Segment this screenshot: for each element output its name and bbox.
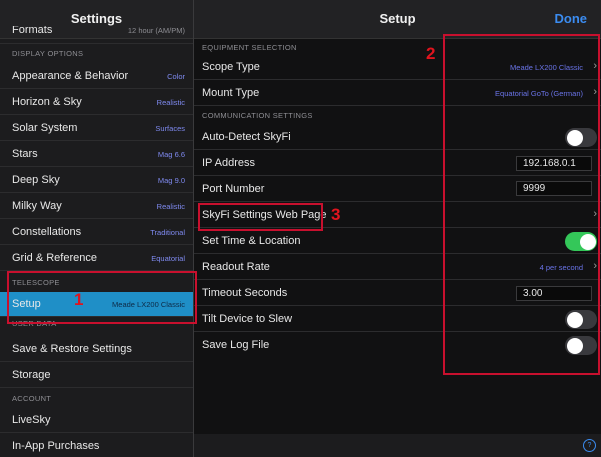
annotation-label-1: 1 <box>74 290 84 309</box>
sidebar-item-in-app-purchases[interactable]: In-App Purchases <box>0 434 193 457</box>
sidebar-item-livesky[interactable]: LiveSky <box>0 408 193 433</box>
sidebar-item-constellations[interactable]: Constellations Traditional <box>0 220 193 245</box>
help-icon[interactable]: ? <box>583 439 596 452</box>
annotation-box-1 <box>7 271 197 324</box>
sidebar-item-save-restore[interactable]: Save & Restore Settings <box>0 337 193 362</box>
sidebar-item-storage[interactable]: Storage <box>0 363 193 388</box>
sidebar-item-grid-reference[interactable]: Grid & Reference Equatorial <box>0 246 193 271</box>
section-display-options: DISPLAY OPTIONS <box>12 49 84 58</box>
settings-title: Settings <box>70 11 123 26</box>
sidebar-item-milky-way[interactable]: Milky Way Realistic <box>0 194 193 219</box>
annotation-box-3 <box>198 203 323 231</box>
annotation-label-2: 2 <box>426 44 436 63</box>
sidebar-item-deep-sky[interactable]: Deep Sky Mag 9.0 <box>0 168 193 193</box>
sidebar-item-horizon[interactable]: Horizon & Sky Realistic <box>0 90 193 115</box>
settings-sidebar: Settings Formats 12 hour (AM/PM) DISPLAY… <box>0 0 193 457</box>
section-account: ACCOUNT <box>12 394 52 403</box>
sidebar-item-appearance[interactable]: Appearance & Behavior Color <box>0 64 193 89</box>
sidebar-item-solar-system[interactable]: Solar System Surfaces <box>0 116 193 141</box>
sidebar-item-formats[interactable]: Formats 12 hour (AM/PM) <box>0 26 193 44</box>
annotation-box-2 <box>443 34 600 375</box>
setup-title: Setup <box>379 11 416 26</box>
sidebar-item-stars[interactable]: Stars Mag 6.6 <box>0 142 193 167</box>
done-button[interactable]: Done <box>555 11 588 26</box>
bottom-toolbar: ? <box>194 434 601 457</box>
annotation-label-3: 3 <box>331 205 341 224</box>
